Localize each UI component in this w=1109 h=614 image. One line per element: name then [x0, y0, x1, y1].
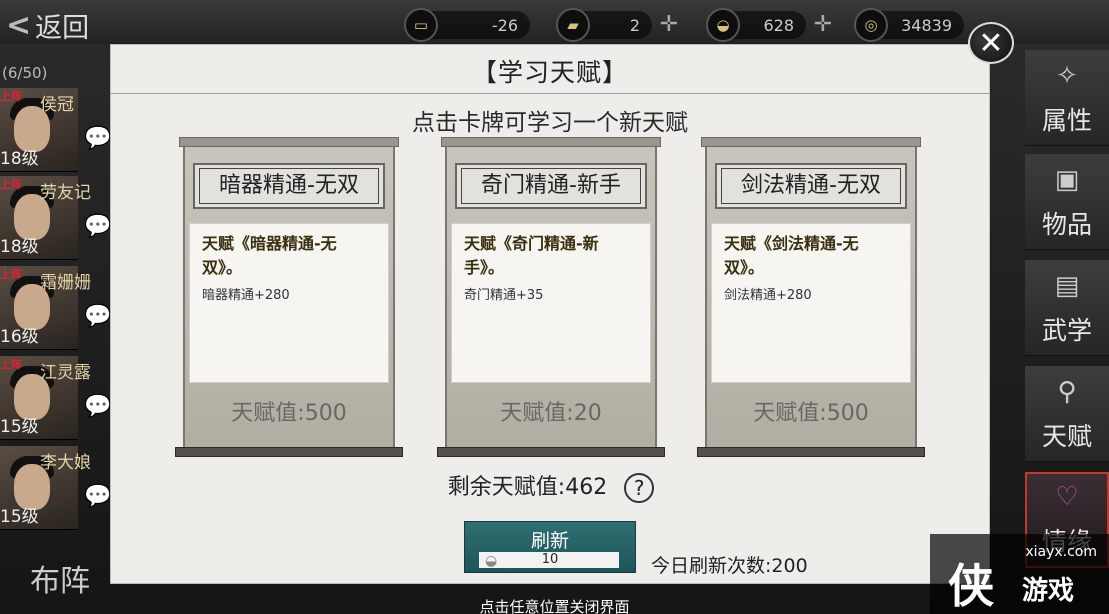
menu-martial-arts[interactable]: ▤ 武学 [1025, 260, 1109, 356]
deployed-tag: 上阵 [0, 358, 22, 371]
close-button[interactable]: ✕ [968, 22, 1014, 64]
chevron-left-icon: < [6, 7, 32, 43]
chat-icon[interactable]: 💬 [84, 484, 111, 514]
remaining-talent-points: 剩余天赋值:462 ? [111, 469, 991, 503]
talent-name: 奇门精通-新手 [461, 168, 641, 204]
back-button[interactable]: < 返回 [6, 7, 90, 44]
learn-talent-dialog: 【学习天赋】 点击卡牌可学习一个新天赋 暗器精通-无双 天赋《暗器精通-无双》。… [110, 44, 990, 584]
hero-slot[interactable]: 上阵 霜姗姗 16级 [0, 266, 91, 350]
resource-gold[interactable]: 2 ▰ ✛ [556, 8, 678, 42]
hero-level: 18级 [0, 237, 39, 257]
menu-items[interactable]: ▣ 物品 [1025, 154, 1109, 250]
talent-card-banner: 剑法精通-无双 [715, 163, 907, 209]
chat-icon[interactable]: 💬 [84, 304, 111, 334]
hero-slot[interactable]: 上阵 江灵露 15级 [0, 356, 91, 440]
hero-slot[interactable]: 上阵 侯冠 18级 [0, 88, 78, 172]
dialog-title: 【学习天赋】 [471, 58, 628, 87]
talent-name: 暗器精通-无双 [199, 168, 379, 204]
roster-count: (6/50) [2, 64, 48, 82]
talent-cost: 天赋值:500 [231, 401, 347, 426]
hero-name: 李大娘 [40, 453, 91, 473]
talent-effect: 暗器精通+280 [202, 288, 290, 303]
hero-name: 侯冠 [40, 95, 74, 115]
talent-card[interactable]: 暗器精通-无双 天赋《暗器精通-无双》。 暗器精通+280 天赋值:500 [175, 137, 403, 457]
chat-icon[interactable]: 💬 [84, 214, 111, 244]
box-icon: ▣ [1054, 165, 1080, 195]
top-bar: < 返回 -26 ▭ 2 ▰ ✛ 628 ◒ ✛ 34839 ◎ [0, 0, 1109, 44]
refresh-cost: 10 [541, 552, 559, 567]
dialog-subtitle: 点击卡牌可学习一个新天赋 [412, 110, 688, 136]
talent-effect: 奇门精通+35 [464, 288, 544, 303]
menu-talents[interactable]: ⚲ 天赋 [1025, 366, 1109, 462]
watermark-site: xiayx.com [1025, 544, 1097, 560]
scroll-icon: ▭ [404, 8, 438, 42]
talent-card-banner: 奇门精通-新手 [455, 163, 647, 209]
hero-name: 江灵露 [40, 363, 91, 383]
help-icon[interactable]: ? [624, 473, 655, 503]
talent-cost: 天赋值:20 [500, 401, 602, 426]
deployed-tag: 上阵 [0, 268, 22, 281]
talent-card-body: 天赋《奇门精通-新手》。 奇门精通+35 [451, 223, 651, 383]
back-label: 返回 [35, 12, 90, 44]
side-menu: ✧ 属性 ▣ 物品 ▤ 武学 ⚲ 天赋 ♡ 情缘 [1015, 50, 1109, 570]
talent-card-body: 天赋《暗器精通-无双》。 暗器精通+280 [189, 223, 389, 383]
remaining-label: 剩余天赋值:462 [447, 475, 608, 500]
talent-desc: 天赋《暗器精通-无双》。 [202, 234, 337, 277]
watermark: xiayx.com 侠 游戏 [930, 534, 1109, 614]
resource-scroll[interactable]: -26 ▭ [404, 8, 530, 42]
menu-label: 物品 [1041, 210, 1092, 239]
menu-label: 天赋 [1041, 422, 1092, 451]
hero-level: 15级 [0, 417, 39, 437]
resource-coin[interactable]: 34839 ◎ [854, 8, 964, 42]
book-icon: ▤ [1054, 271, 1080, 301]
talent-effect: 剑法精通+280 [724, 288, 812, 303]
hero-slot[interactable]: 上阵 劳友记 18级 [0, 176, 91, 260]
deployed-tag: 上阵 [0, 90, 22, 103]
menu-attributes[interactable]: ✧ 属性 [1025, 50, 1109, 146]
refresh-label: 刷新 [530, 530, 569, 552]
hero-level: 15级 [0, 507, 39, 527]
daily-refresh-count: 今日刷新次数:200 [651, 555, 808, 577]
add-icon[interactable]: ✛ [660, 12, 678, 37]
divider [111, 93, 989, 94]
gold-bar-icon: ▰ [556, 8, 590, 42]
talent-card-body: 天赋《剑法精通-无双》。 剑法精通+280 [711, 223, 911, 383]
menu-label: 属性 [1041, 106, 1092, 135]
bird-icon: ✧ [1056, 61, 1078, 91]
hero-slot[interactable]: 李大娘 15级 [0, 446, 91, 530]
talent-icon: ⚲ [1057, 377, 1077, 407]
talent-card-banner: 暗器精通-无双 [193, 163, 385, 209]
silver-ingot-icon: ◒ [706, 8, 740, 42]
hero-level: 18级 [0, 149, 39, 169]
talent-card[interactable]: 奇门精通-新手 天赋《奇门精通-新手》。 奇门精通+35 天赋值:20 [437, 137, 665, 457]
talent-cost: 天赋值:500 [753, 401, 869, 426]
deployed-tag: 上阵 [0, 178, 22, 191]
close-icon: ✕ [978, 25, 1004, 61]
hero-name: 霜姗姗 [40, 273, 91, 293]
watermark-brand: 游戏 [1022, 576, 1075, 606]
watermark-logo: 侠 [948, 559, 994, 613]
refresh-button[interactable]: 刷新 ◒ 10 [464, 521, 636, 573]
talent-desc: 天赋《剑法精通-无双》。 [724, 234, 859, 277]
coin-icon: ◎ [854, 8, 888, 42]
heart-icon: ♡ [1055, 482, 1079, 512]
hero-level: 16级 [0, 327, 39, 347]
menu-label: 武学 [1041, 316, 1092, 345]
talent-desc: 天赋《奇门精通-新手》。 [464, 234, 599, 277]
add-icon[interactable]: ✛ [814, 12, 832, 37]
talent-card[interactable]: 剑法精通-无双 天赋《剑法精通-无双》。 剑法精通+280 天赋值:500 [697, 137, 925, 457]
resource-silver[interactable]: 628 ◒ ✛ [706, 8, 832, 42]
chat-icon[interactable]: 💬 [84, 394, 111, 424]
chat-icon[interactable]: 💬 [84, 126, 111, 156]
talent-name: 剑法精通-无双 [721, 168, 901, 204]
hero-name: 劳友记 [40, 183, 91, 203]
